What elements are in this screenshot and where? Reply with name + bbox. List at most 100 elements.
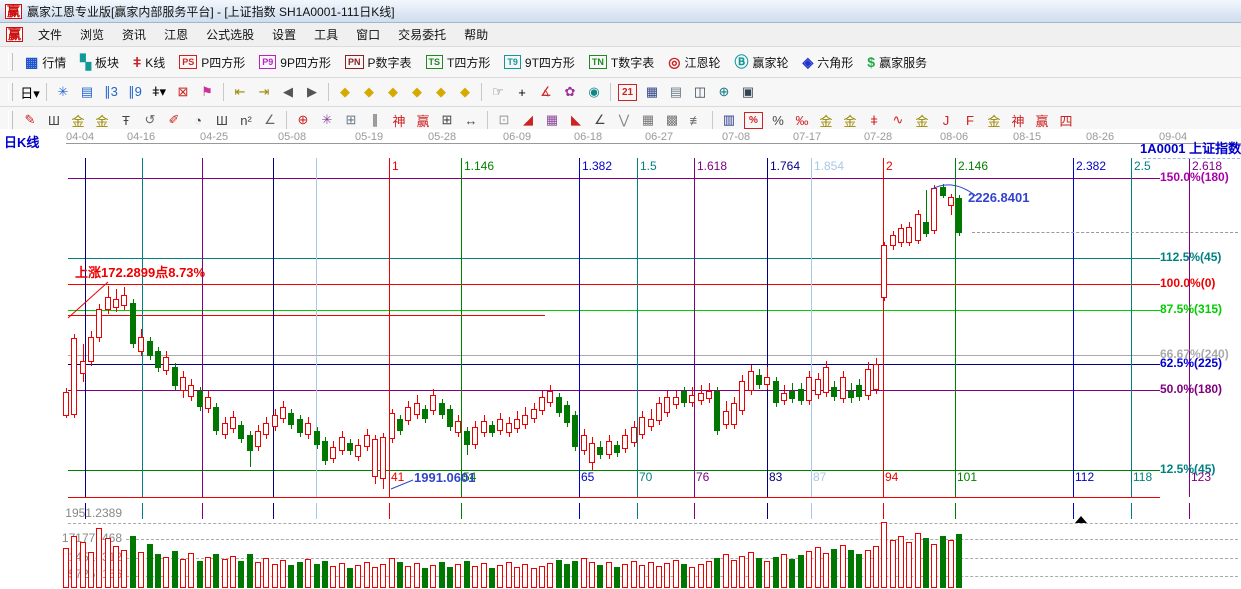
grid-123-tool[interactable]: ⊞ (436, 110, 458, 130)
fan-tool[interactable]: ◢ (517, 110, 539, 130)
9p-square-button[interactable]: P99P四方形 (252, 52, 338, 73)
parallel-tool[interactable]: ∥ (364, 110, 386, 130)
pattern-box-icon[interactable]: ⊠ (172, 82, 194, 102)
diamond-tool-6[interactable]: ◆ (454, 82, 476, 102)
volume-bar (714, 558, 720, 588)
menu-item-9[interactable]: 交易委托 (389, 24, 455, 45)
trend-angle-tool[interactable]: ∠ (589, 110, 611, 130)
candle-pencil-tool[interactable]: ǂ (863, 110, 885, 130)
save-button[interactable]: ◫ (689, 82, 711, 102)
gold-tool-2[interactable]: 金 (91, 110, 113, 130)
percent-box-tool[interactable]: % (744, 112, 763, 129)
menu-item-6[interactable]: 设置 (263, 24, 305, 45)
kline-button[interactable]: ǂK线 (126, 52, 172, 73)
menu-item-5[interactable]: 公式选股 (197, 24, 263, 45)
gold-line-tool[interactable]: 金 (839, 110, 861, 130)
gann-target-tool[interactable]: ⊕ (292, 110, 314, 130)
slant-lines-tool[interactable]: ≢ (685, 110, 707, 130)
menu-item-7[interactable]: 工具 (305, 24, 347, 45)
v-lines-tool[interactable]: ⋁ (613, 110, 635, 130)
bars-tool[interactable]: ▥ (718, 110, 740, 130)
ying-tool[interactable]: 赢 (412, 110, 434, 130)
chart3-icon[interactable]: ∥3 (100, 82, 122, 102)
last-page-button[interactable]: ⇥ (253, 82, 275, 102)
width-tool[interactable]: ↔ (460, 110, 482, 130)
volume-bar (815, 547, 821, 588)
diamond-tool-3[interactable]: ◆ (382, 82, 404, 102)
wave-tool[interactable]: ∿ (887, 110, 909, 130)
flag-chart-icon[interactable]: ⚑ (196, 82, 218, 102)
si-line-tool[interactable]: 四 (1055, 110, 1077, 130)
grid-lines-tool-2[interactable]: Ш (211, 110, 233, 130)
winner-wheel-button[interactable]: Ⓑ赢家轮 (727, 52, 795, 73)
first-page-button[interactable]: ⇤ (229, 82, 251, 102)
f-rule-tool[interactable]: Ŧ (115, 110, 137, 130)
percent-line-tool[interactable]: ‰ (791, 110, 813, 130)
pencil-tool[interactable]: ✎ (19, 110, 41, 130)
service-button[interactable]: $赢家服务 (860, 52, 934, 73)
ying-line-tool[interactable]: 赢 (1031, 110, 1053, 130)
angle-line-tool[interactable]: ∠ (259, 110, 281, 130)
shen-tool[interactable]: 神 (388, 110, 410, 130)
f-line-tool[interactable]: F (959, 110, 981, 130)
menu-item-3[interactable]: 资讯 (113, 24, 155, 45)
cycle-tool[interactable]: ◉ (583, 82, 605, 102)
ornament-tool[interactable]: ✿ (559, 82, 581, 102)
quotes-grid-button[interactable]: ▦行情 (18, 52, 73, 73)
child-window-icon[interactable]: 赢 (6, 27, 23, 42)
gold-circle-tool[interactable]: 金 (815, 110, 837, 130)
web-button[interactable]: ⊕ (713, 82, 735, 102)
crosshair-tool[interactable]: + (511, 82, 533, 102)
arc-tool[interactable]: ◔ (187, 110, 209, 130)
menu-item-4[interactable]: 江恩 (155, 24, 197, 45)
report-icon[interactable]: ▤ (76, 82, 98, 102)
diamond-tool-5[interactable]: ◆ (430, 82, 452, 102)
notes-button[interactable]: ▤ (665, 82, 687, 102)
calculator-button[interactable]: ▦ (641, 82, 663, 102)
diamond-tool-4[interactable]: ◆ (406, 82, 428, 102)
gann-wheel-button[interactable]: ◎江恩轮 (661, 52, 727, 73)
pencil-tool-2[interactable]: ✐ (163, 110, 185, 130)
gold-tool-3[interactable]: 金 (911, 110, 933, 130)
gann-vline-count-label: 112 (1075, 471, 1094, 483)
menu-item-2[interactable]: 浏览 (71, 24, 113, 45)
sectors-button[interactable]: ▚板块 (73, 52, 126, 73)
fan-tool-2[interactable]: ◣ (565, 110, 587, 130)
calendar-21-button[interactable]: 21 (618, 84, 637, 101)
angle-tool[interactable]: ∡ (535, 82, 557, 102)
grid-tool-3[interactable]: ▦ (637, 110, 659, 130)
hand-tool[interactable]: ☞ (487, 82, 509, 102)
t-table-button[interactable]: TNT数字表 (582, 52, 661, 73)
print-button[interactable]: ▣ (737, 82, 759, 102)
grid-lines-tool[interactable]: Ш (43, 110, 65, 130)
diamond-tool-2[interactable]: ◆ (358, 82, 380, 102)
t-square-button[interactable]: TST四方形 (419, 52, 498, 73)
menu-item-8[interactable]: 窗口 (347, 24, 389, 45)
menu-item-1[interactable]: 文件 (29, 24, 71, 45)
next-page-button[interactable]: ▶ (301, 82, 323, 102)
shen-line-tool[interactable]: 神 (1007, 110, 1029, 130)
kline-chart[interactable]: 日K线1A0001 上证指数04-0404-1604-2505-0805-190… (0, 129, 1241, 589)
gold-tool-4[interactable]: 金 (983, 110, 1005, 130)
n-square-tool[interactable]: n² (235, 110, 257, 130)
grid-tool-4[interactable]: ▩ (661, 110, 683, 130)
prev-page-button[interactable]: ◀ (277, 82, 299, 102)
diamond-tool-1[interactable]: ◆ (334, 82, 356, 102)
9t-square-button[interactable]: T99T四方形 (497, 52, 582, 73)
gold-tool-1[interactable]: 金 (67, 110, 89, 130)
hexagon-button[interactable]: ◈六角形 (796, 52, 861, 73)
grid-points-tool[interactable]: ⊞ (340, 110, 362, 130)
j-line-tool[interactable]: J (935, 110, 957, 130)
p-square-button[interactable]: PSP四方形 (172, 52, 252, 73)
menu-item-10[interactable]: 帮助 (455, 24, 497, 45)
star-tool[interactable]: ✳ (316, 110, 338, 130)
p-table-button[interactable]: PNP数字表 (338, 52, 419, 73)
candle-style-selector[interactable]: ǂ▾ (148, 82, 170, 102)
percent-tool[interactable]: % (767, 110, 789, 130)
chart9-icon[interactable]: ∥9 (124, 82, 146, 102)
purple-grid-tool[interactable]: ▦ (541, 110, 563, 130)
frame-tool[interactable]: ⊡ (493, 110, 515, 130)
network-icon[interactable]: ✳ (52, 82, 74, 102)
period-selector[interactable]: 日▾ (19, 82, 41, 102)
spiral-tool[interactable]: ↺ (139, 110, 161, 130)
